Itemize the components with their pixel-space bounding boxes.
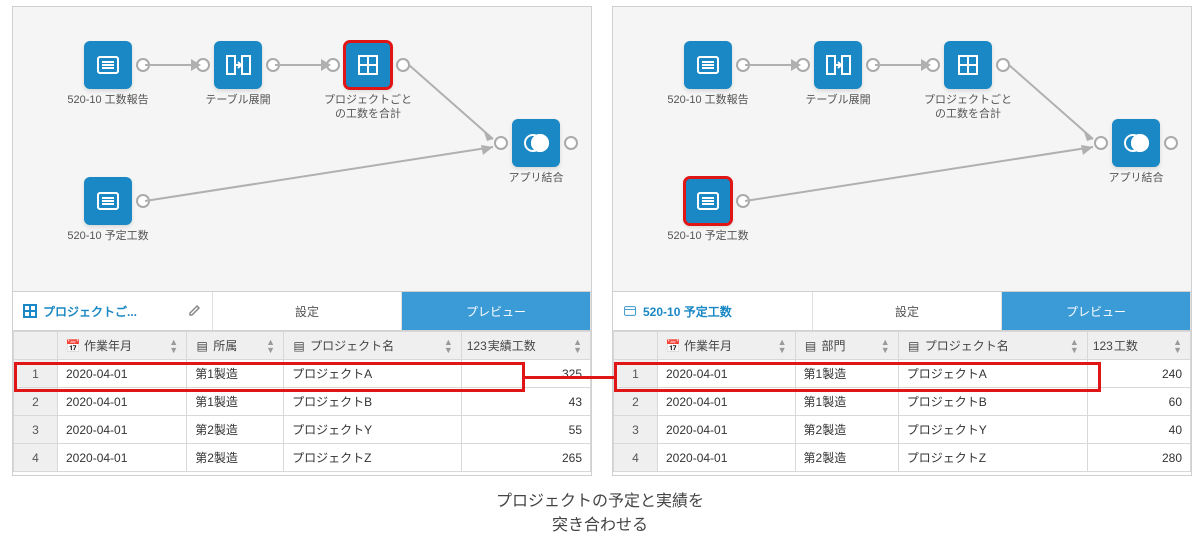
node-join[interactable]: アプリ結合 [1091,119,1181,185]
expand-icon [225,52,251,78]
sort-icon[interactable]: ▲▼ [573,338,582,354]
node-label: プロジェクトごとの工数を合計 [923,93,1013,122]
text-icon: ▤ [195,339,209,353]
sort-icon[interactable]: ▲▼ [1173,338,1182,354]
calendar-icon: 📅 [66,339,80,353]
rownum-header [614,332,658,360]
node-label: テーブル展開 [193,93,283,107]
node-label: 520-10 工数報告 [663,93,753,107]
col-date[interactable]: 📅作業年月▲▼ [658,332,796,360]
table-row[interactable]: 12020-04-01第1製造プロジェクトA325 [14,360,591,388]
list-icon [695,52,721,78]
node-aggregate[interactable]: プロジェクトごとの工数を合計 [923,41,1013,122]
sort-icon[interactable]: ▲▼ [1070,338,1079,354]
right-panel: 520-10 工数報告 テーブル展開 プロジェクトごとの工数を合計 アプリ結合 … [612,6,1192,476]
block-title-text: プロジェクトご... [43,303,137,320]
list-icon [95,52,121,78]
block-title-text: 520-10 予定工数 [643,303,732,320]
table-row[interactable]: 12020-04-01第1製造プロジェクトA240 [614,360,1191,388]
preview-table-left: 📅作業年月▲▼ ▤所属▲▼ ▤プロジェクト名▲▼ 123実績工数▲▼ 12020… [13,331,591,472]
node-label: プロジェクトごとの工数を合計 [323,93,413,122]
sort-icon[interactable]: ▲▼ [881,338,890,354]
table-row[interactable]: 32020-04-01第2製造プロジェクトY40 [614,416,1191,444]
grid-icon [355,52,381,78]
node-report[interactable]: 520-10 工数報告 [663,41,753,107]
list-icon [95,188,121,214]
grid-icon [23,304,37,318]
node-label: 520-10 予定工数 [663,229,753,243]
node-schedule[interactable]: 520-10 予定工数 [63,177,153,243]
node-label: テーブル展開 [793,93,883,107]
tab-bar: 520-10 予定工数 設定 プレビュー [613,291,1191,331]
col-date[interactable]: 📅作業年月▲▼ [58,332,187,360]
calendar-icon: 📅 [666,339,680,353]
col-value[interactable]: 123工数▲▼ [1087,332,1190,360]
text-icon: ▤ [292,339,306,353]
node-label: 520-10 工数報告 [63,93,153,107]
table-row[interactable]: 22020-04-01第1製造プロジェクトB43 [14,388,591,416]
expand-icon [825,52,851,78]
node-label: アプリ結合 [1091,171,1181,185]
sort-icon[interactable]: ▲▼ [444,338,453,354]
node-label: 520-10 予定工数 [63,229,153,243]
table-row[interactable]: 32020-04-01第2製造プロジェクトY55 [14,416,591,444]
col-dept[interactable]: ▤所属▲▼ [187,332,284,360]
tab-settings[interactable]: 設定 [213,292,402,330]
text-icon: ▤ [804,339,818,353]
col-project[interactable]: ▤プロジェクト名▲▼ [898,332,1087,360]
list-icon [695,188,721,214]
col-project[interactable]: ▤プロジェクト名▲▼ [284,332,462,360]
table-row[interactable]: 22020-04-01第1製造プロジェクトB60 [614,388,1191,416]
preview-table-right: 📅作業年月▲▼ ▤部門▲▼ ▤プロジェクト名▲▼ 123工数▲▼ 12020-0… [613,331,1191,472]
text-icon: ▤ [907,339,921,353]
node-report[interactable]: 520-10 工数報告 [63,41,153,107]
table-row[interactable]: 42020-04-01第2製造プロジェクトZ280 [614,444,1191,472]
sort-icon[interactable]: ▲▼ [169,338,178,354]
col-dept[interactable]: ▤部門▲▼ [795,332,898,360]
number-icon: 123 [1096,339,1110,353]
col-value[interactable]: 123実績工数▲▼ [461,332,590,360]
number-icon: 123 [470,339,484,353]
node-aggregate[interactable]: プロジェクトごとの工数を合計 [323,41,413,122]
node-label: アプリ結合 [491,171,581,185]
caption: プロジェクトの予定と実績を 突き合わせる [0,490,1200,538]
caption-line2: 突き合わせる [0,514,1200,538]
join-icon [1123,130,1149,156]
caption-line1: プロジェクトの予定と実績を [0,490,1200,514]
grid-icon [955,52,981,78]
tab-preview[interactable]: プレビュー [1002,292,1191,330]
block-title: プロジェクトご... [13,292,213,330]
tab-preview[interactable]: プレビュー [402,292,591,330]
flow-canvas-left[interactable]: 520-10 工数報告 テーブル展開 プロジェクトごとの工数を合計 アプリ結合 … [13,7,591,291]
app-icon [623,304,637,318]
sort-icon[interactable]: ▲▼ [266,338,275,354]
node-table-expand[interactable]: テーブル展開 [193,41,283,107]
table-row[interactable]: 42020-04-01第2製造プロジェクトZ265 [14,444,591,472]
rownum-header [14,332,58,360]
left-panel: 520-10 工数報告 テーブル展開 プロジェクトごとの工数を合計 アプリ結合 … [12,6,592,476]
edit-icon[interactable] [188,303,202,320]
node-schedule[interactable]: 520-10 予定工数 [663,177,753,243]
block-title: 520-10 予定工数 [613,292,813,330]
sort-icon[interactable]: ▲▼ [778,338,787,354]
tab-bar: プロジェクトご... 設定 プレビュー [13,291,591,331]
node-join[interactable]: アプリ結合 [491,119,581,185]
join-icon [523,130,549,156]
tab-settings[interactable]: 設定 [813,292,1002,330]
flow-canvas-right[interactable]: 520-10 工数報告 テーブル展開 プロジェクトごとの工数を合計 アプリ結合 … [613,7,1191,291]
node-table-expand[interactable]: テーブル展開 [793,41,883,107]
